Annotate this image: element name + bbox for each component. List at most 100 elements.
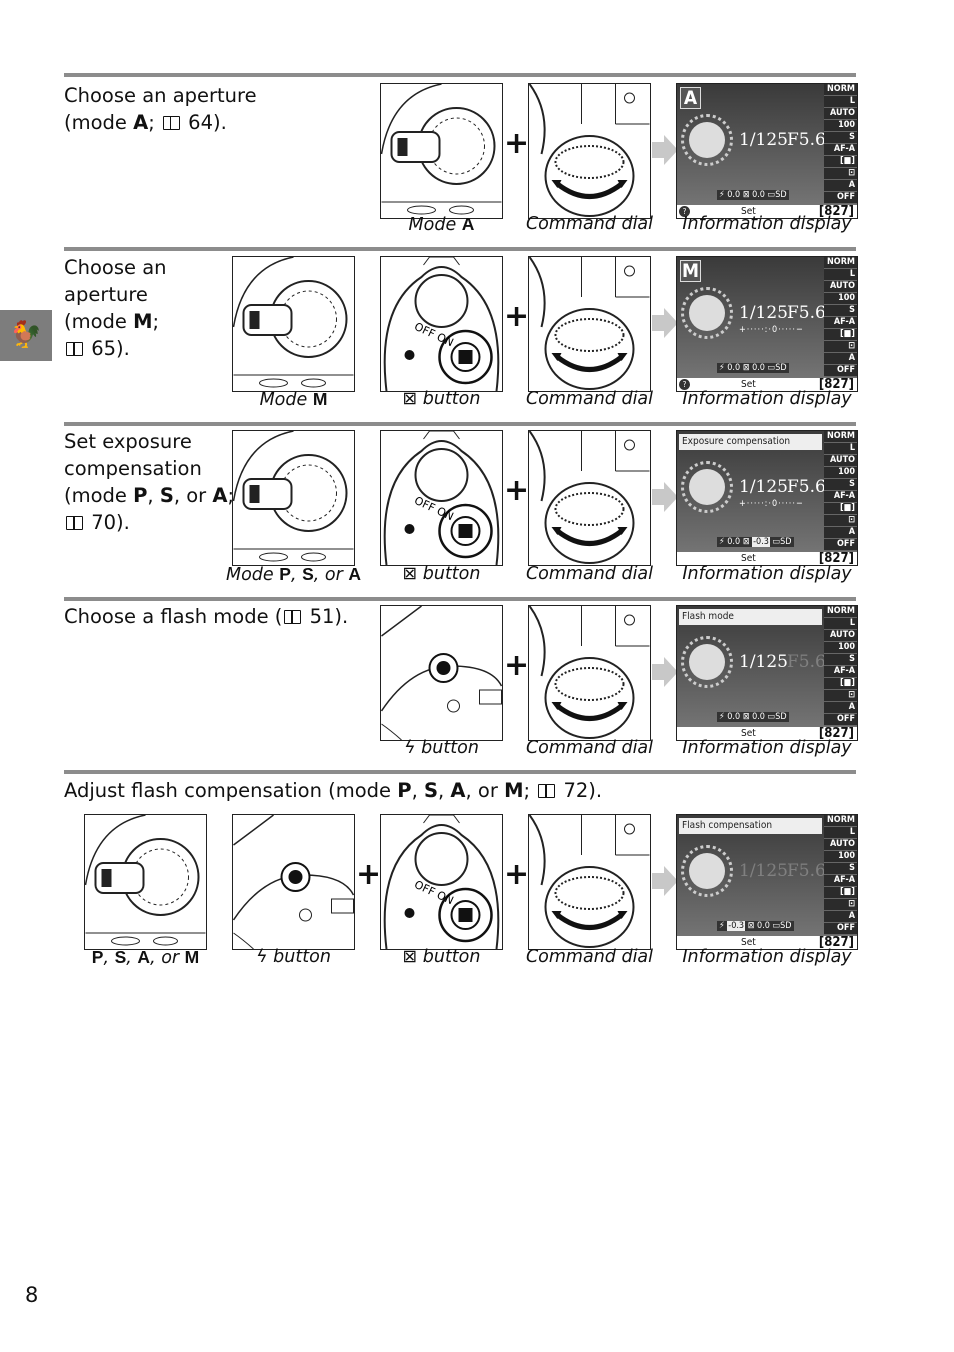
setting-release: S: [824, 863, 857, 875]
command-dial-illustration: [528, 83, 651, 219]
flash-compensation-value: 0.0: [727, 190, 741, 200]
information-display: Flash mode 1/125 F5.6 NORM L AUTO 100 S AF-A [■] ⊡…: [676, 605, 858, 741]
command-dial-illustration: [528, 430, 651, 566]
illustration-caption: Command dial: [508, 564, 671, 584]
setting-release: S: [824, 479, 857, 491]
settings-column: NORM L AUTO 100 S AF-A [■] ⊡ A OFF: [824, 431, 857, 551]
setting-meter: ⊡: [824, 341, 857, 353]
text-segment: compensation: [64, 457, 202, 480]
exp-button-illustration: OFF ON: [380, 256, 503, 392]
text-segment: 65).: [85, 337, 130, 360]
command-dial-icon: [529, 815, 650, 948]
setting-af: AF-A: [824, 666, 857, 678]
mode-letter: A: [461, 214, 475, 234]
text-segment: (mode: [64, 111, 134, 134]
command-dial-icon: [529, 606, 650, 739]
setting-size: L: [824, 96, 857, 108]
mode-letter: P: [397, 779, 412, 802]
compensation-values: ⚡ -0.3 ⊠ 0.0 ▭SD: [717, 921, 794, 931]
information-display: M 1/125 F5.6 +·····:·0·····− NORM L AUTO 100 S AF…: [676, 256, 858, 392]
shutter-speed: 1/125: [739, 861, 788, 881]
illustration-caption: Command dial: [508, 738, 671, 758]
command-dial-icon: [529, 431, 650, 564]
setting-adl: A: [824, 353, 857, 365]
setting-meter: ⊡: [824, 899, 857, 911]
mode-letter: M: [504, 779, 524, 802]
illustration-caption: Information display: [656, 738, 878, 758]
setting-size: L: [824, 269, 857, 281]
text-segment: , or: [313, 565, 349, 585]
setting-size: L: [824, 827, 857, 839]
text-segment: 70).: [85, 511, 130, 534]
exposure-compensation-value: 0.0: [752, 712, 765, 722]
command-dial-illustration: [528, 256, 651, 392]
exposure-indicator: +·····:·0·····−: [739, 325, 804, 335]
illustration-caption: Mode M: [212, 389, 375, 410]
step-title: Choose an aperture (mode M; 65).: [64, 254, 167, 362]
text-segment: Command dial: [525, 947, 654, 967]
settings-column: NORM L AUTO 100 S AF-A [■] ⊡ A OFF: [824, 84, 857, 204]
text-segment: Information display: [682, 214, 852, 234]
settings-column: NORM L AUTO 100 S AF-A [■] ⊡ A OFF: [824, 606, 857, 726]
illustration-caption: Mode A: [360, 214, 523, 235]
dial-mode-illustration: [232, 256, 355, 392]
flash-button-illustration: [232, 814, 355, 950]
setting-af: AF-A: [824, 317, 857, 329]
setting-wb: AUTO: [824, 281, 857, 293]
illustration-caption: Command dial: [508, 389, 671, 409]
mode-letter: M: [184, 947, 200, 967]
flash-button-icon: [233, 815, 354, 949]
plus-icon: +: [504, 299, 530, 334]
aperture-indicator-icon: [681, 636, 733, 688]
text-segment: Choose an aperture: [64, 84, 257, 107]
flash-button-icon: [381, 606, 502, 740]
mode-letter: M: [312, 389, 328, 409]
text-segment: (mode: [64, 484, 134, 507]
setting-size: L: [824, 443, 857, 455]
shutter-speed: 1/125: [739, 477, 788, 497]
exposure-compensation-value: 0.0: [752, 190, 765, 200]
illustration-caption: Mode P, S, or A: [212, 564, 375, 585]
information-display: Flash compensation 1/125 F5.6 NORM L AUTO 100 S…: [676, 814, 858, 950]
setting-adl: A: [824, 911, 857, 923]
exposure-compensation-value: -0.3: [752, 537, 770, 547]
card-indicator: SD: [780, 537, 792, 547]
text-segment: Command dial: [525, 214, 654, 234]
text-segment: ;: [523, 779, 537, 802]
plus-icon: +: [504, 473, 530, 508]
section-divider: [64, 73, 856, 77]
text-segment: 72).: [557, 779, 603, 802]
text-segment: 64).: [181, 111, 227, 134]
aperture-indicator-icon: [681, 461, 733, 513]
text-segment: ;: [152, 310, 160, 333]
plus-icon: +: [504, 126, 530, 161]
setting-release: S: [824, 132, 857, 144]
manual-page: 🐓 8 Choose an aperture (mode A; 64). Mode …: [0, 0, 954, 1352]
card-indicator: SD: [775, 190, 787, 200]
text-segment: ;: [148, 111, 161, 134]
setting-af: AF-A: [824, 875, 857, 887]
step-title: Choose a flash mode ( 51).: [64, 603, 348, 630]
dial-mode-illustration: [84, 814, 207, 950]
step-title: Set exposure compensation (mode P, S, or A…: [64, 428, 234, 536]
settings-column: NORM L AUTO 100 S AF-A [■] ⊡ A OFF: [824, 257, 857, 377]
shooting-mode-indicator: A: [680, 87, 701, 109]
illustration-caption: Command dial: [508, 947, 671, 967]
text-segment: ⊠ button: [402, 564, 481, 584]
text-segment: ,: [126, 948, 138, 968]
shutter-speed: 1/125: [739, 303, 788, 323]
aperture-value: F5.6: [787, 861, 826, 881]
setting-adl: A: [824, 180, 857, 192]
setting-bkt: OFF: [824, 539, 857, 551]
compensation-values: ⚡ 0.0 ⊠ 0.0 ▭SD: [717, 190, 789, 200]
compensation-values: ⚡ 0.0 ⊠ -0.3 ▭SD: [717, 537, 794, 547]
mode-letter: S: [423, 779, 439, 802]
text-segment: ϟ button: [404, 738, 479, 758]
dial-mode-icon: [233, 257, 354, 388]
setting-quality: NORM: [824, 84, 857, 96]
text-segment: Information display: [682, 564, 852, 584]
text-segment: Mode: [226, 565, 280, 585]
mode-letter: M: [133, 310, 153, 333]
text-segment: , or: [173, 484, 213, 507]
card-indicator: SD: [775, 363, 787, 373]
